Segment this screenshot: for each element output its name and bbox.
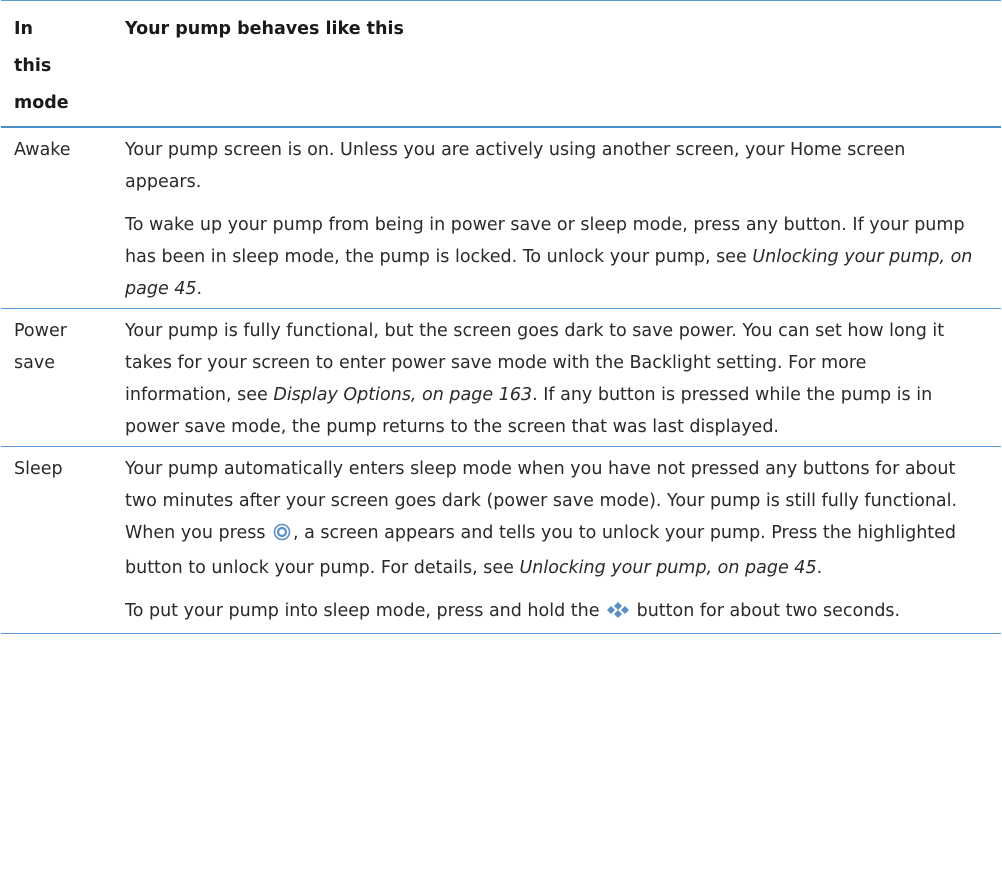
sleep-p1-end: . xyxy=(816,558,823,578)
awake-paragraph-1: Your pump screen is on. Unless you are a… xyxy=(125,140,906,192)
header-mode: In this mode xyxy=(14,19,69,113)
sleep-paragraph-1: Your pump automatically enters sleep mod… xyxy=(125,451,977,584)
pump-modes-table: In this mode Your pump behaves like this… xyxy=(1,0,1001,634)
sleep-paragraph-2: To put your pump into sleep mode, press … xyxy=(125,593,977,630)
mode-awake: Awake xyxy=(14,140,71,160)
header-behavior: Your pump behaves like this xyxy=(125,19,404,39)
table-row: Power save Your pump is fully functional… xyxy=(1,309,1001,447)
sleep-p2-text-end: button for about two seconds. xyxy=(631,601,901,621)
table-row: Sleep Your pump automatically enters sle… xyxy=(1,447,1001,634)
menu-button-icon xyxy=(607,598,630,630)
behavior-power-save: Your pump is fully functional, but the s… xyxy=(125,313,985,443)
awake-p2-end: . xyxy=(196,279,203,299)
mode-sleep: Sleep xyxy=(14,459,63,479)
table-header-row: In this mode Your pump behaves like this xyxy=(1,1,1001,128)
behavior-sleep: Your pump automatically enters sleep mod… xyxy=(125,451,985,630)
power-save-paragraph: Your pump is fully functional, but the s… xyxy=(125,313,977,443)
table-row: Awake Your pump screen is on. Unless you… xyxy=(1,128,1001,309)
display-options-xref-link[interactable]: Display Options, on page 163 xyxy=(273,385,532,405)
select-button-icon xyxy=(273,520,291,552)
behavior-awake: Your pump screen is on. Unless you are a… xyxy=(125,132,985,305)
sleep-xref-link[interactable]: Unlocking your pump, on page 45 xyxy=(519,558,816,578)
sleep-p2-text: To put your pump into sleep mode, press … xyxy=(125,601,606,621)
awake-paragraph-2: To wake up your pump from being in power… xyxy=(125,207,977,305)
mode-power-save: Power save xyxy=(14,321,67,373)
